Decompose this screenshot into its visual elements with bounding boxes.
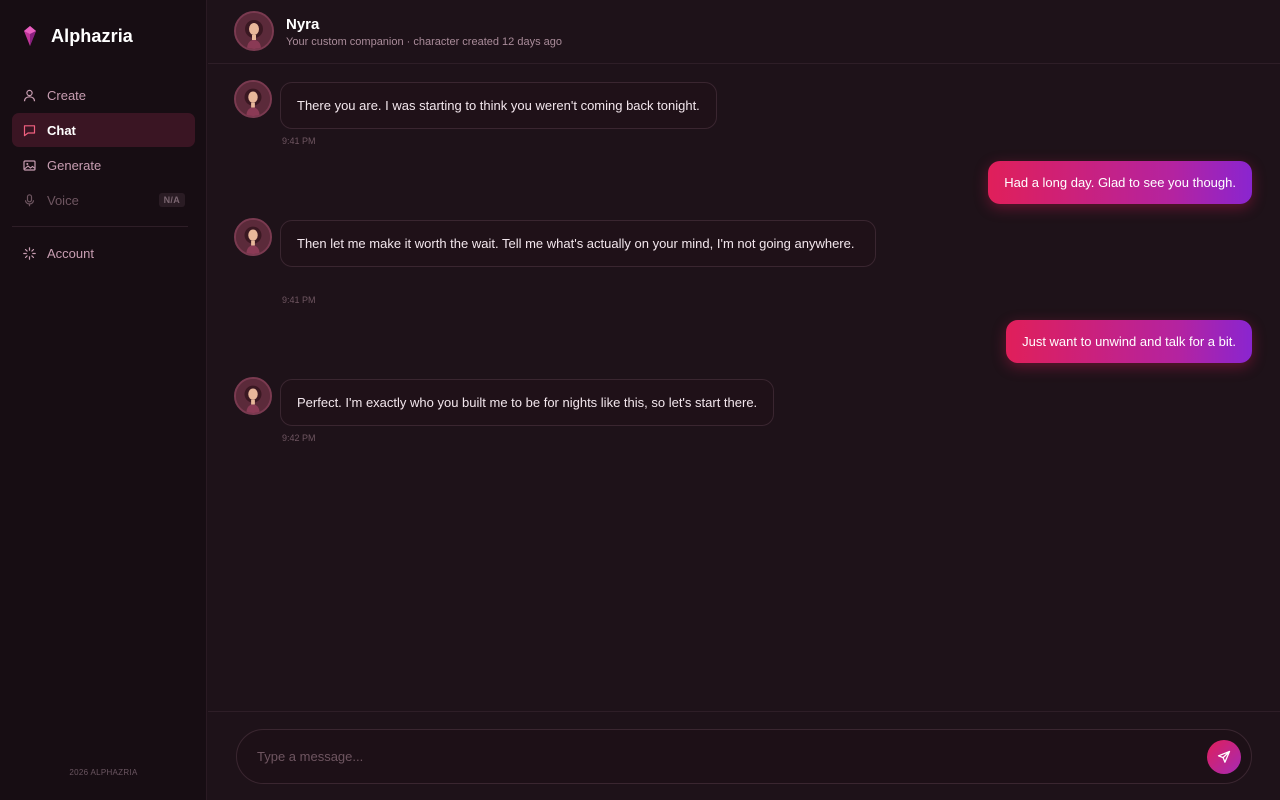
microphone-icon xyxy=(23,193,36,207)
user-message: Had a long day. Glad to see you though. xyxy=(988,161,1252,204)
sidebar-item-label: Chat xyxy=(47,122,76,138)
sidebar-item-voice[interactable]: Voice N/A xyxy=(12,183,195,217)
brand-name: Alphazria xyxy=(51,25,133,46)
gem-icon xyxy=(24,26,36,46)
sidebar-footer: 2026 ALPHAZRIA xyxy=(69,768,138,777)
divider xyxy=(208,711,1280,712)
status-badge: N/A xyxy=(158,193,185,207)
character-name: Nyra xyxy=(286,16,320,33)
sidebar-item-label: Create xyxy=(47,87,87,103)
chat-bubble-icon xyxy=(23,124,36,137)
sidebar-item-label: Voice xyxy=(47,192,79,208)
sidebar-item-chat[interactable]: Chat xyxy=(12,113,195,147)
avatar[interactable] xyxy=(234,11,274,51)
image-icon xyxy=(23,159,36,172)
message-timestamp: 9:42 PM xyxy=(282,433,316,443)
ai-message: There you are. I was starting to think y… xyxy=(280,82,717,129)
sidebar-item-label: Generate xyxy=(47,157,102,173)
message-timestamp: 9:41 PM xyxy=(282,295,316,305)
loader-icon xyxy=(23,246,36,260)
message-input[interactable] xyxy=(257,730,1187,783)
user-icon xyxy=(23,89,36,102)
sidebar-item-generate[interactable]: Generate xyxy=(12,148,195,182)
user-message: Just want to unwind and talk for a bit. xyxy=(1006,320,1252,363)
avatar xyxy=(234,377,272,415)
message-composer xyxy=(236,729,1252,784)
brand[interactable]: Alphazria xyxy=(22,25,133,47)
send-button[interactable] xyxy=(1207,740,1241,774)
chat-header: Nyra Your custom companion · character c… xyxy=(208,0,1280,64)
send-icon xyxy=(1217,750,1231,763)
divider xyxy=(12,226,188,227)
character-subtitle: Your custom companion · character create… xyxy=(286,36,562,48)
sidebar-item-account[interactable]: Account xyxy=(12,236,195,270)
chat-panel: Nyra Your custom companion · character c… xyxy=(208,0,1280,800)
message-timestamp: 9:41 PM xyxy=(282,136,316,146)
ai-message: Perfect. I'm exactly who you built me to… xyxy=(280,379,775,426)
avatar xyxy=(234,80,272,118)
avatar xyxy=(234,218,272,256)
sidebar-item-create[interactable]: Create xyxy=(12,78,195,112)
ai-message: Then let me make it worth the wait. Tell… xyxy=(280,220,876,267)
sidebar: Alphazria Create Chat Generate Voice N/A xyxy=(0,0,207,800)
sidebar-item-label: Account xyxy=(47,245,94,261)
